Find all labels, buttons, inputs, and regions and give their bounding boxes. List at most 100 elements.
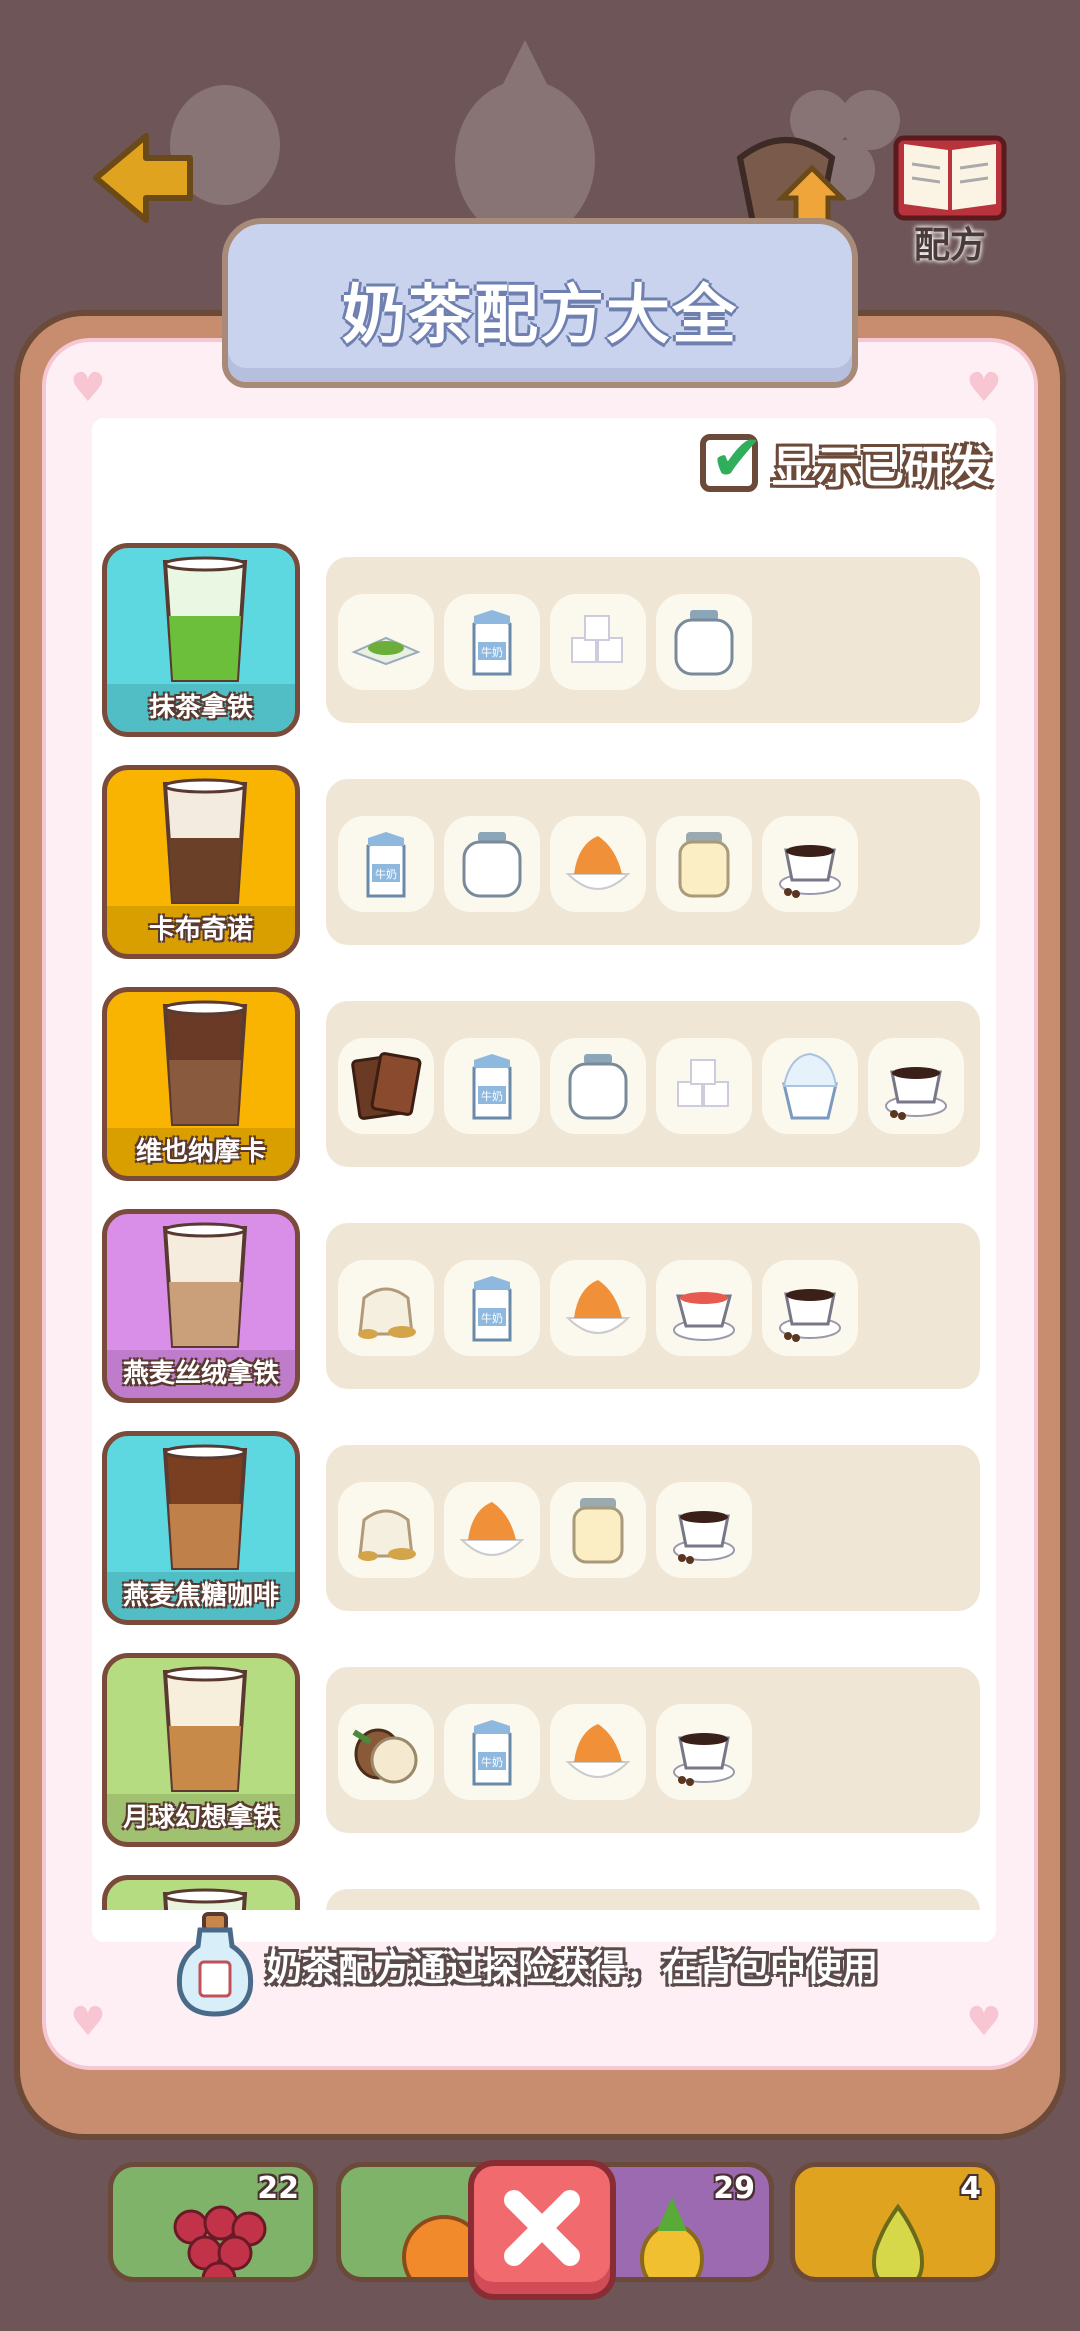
glass-jar-icon [674,610,734,676]
inventory-count: 22 [257,2171,299,2206]
svg-text:牛奶: 牛奶 [481,645,503,659]
ingredient-slot[interactable] [338,1038,434,1134]
ingredient-strip: 牛奶 [326,1223,980,1389]
ingredient-slot[interactable] [444,816,540,912]
ingredient-slot[interactable]: 牛奶 [444,1704,540,1800]
ingredient-strip: 牛奶 [326,779,980,945]
drink-card[interactable]: 卡布奇诺 [102,765,300,959]
back-arrow-icon [93,133,193,223]
milk-carton-icon: 牛奶 [472,1276,512,1342]
ingredient-slot[interactable]: 牛奶 [338,816,434,912]
recipe-row[interactable]: 维也纳摩卡 牛奶 [102,979,992,1181]
drink-name: 燕麦焦糖咖啡 [107,1572,295,1620]
ingredient-slot[interactable]: 牛奶 [444,1260,540,1356]
black-tea-cup-icon [673,1292,735,1341]
recipe-row[interactable]: 燕麦丝绒拿铁 牛奶 [102,1201,992,1403]
ingredient-slot[interactable] [868,1038,964,1134]
ingredient-slot[interactable] [444,1482,540,1578]
ingredient-slot[interactable] [762,1260,858,1356]
recipe-label: 配方 [913,225,986,266]
chocolate-bar-icon [351,1052,422,1120]
drink-card[interactable]: 维也纳摩卡 [102,987,300,1181]
svg-text:牛奶: 牛奶 [481,1311,503,1325]
recipe-list[interactable]: 抹茶拿铁 牛奶 卡布奇诺 牛奶 维也纳摩卡 牛奶 燕麦丝绒拿铁 牛奶 燕麦焦糖咖啡 月球幻想拿铁牛… [92,535,996,1910]
ingredient-strip [326,1445,980,1611]
glass-jar-icon [568,1054,628,1120]
milk-carton-icon: 牛奶 [472,1054,512,1120]
cream-bowl-icon [565,836,631,890]
show-developed-checkbox[interactable]: ✔ [700,422,764,496]
coffee-cup-icon [673,1733,735,1786]
drink-card[interactable]: 抹茶拿铁 [102,543,300,737]
ingredient-slot[interactable] [550,594,646,690]
pear-icon [872,2203,924,2277]
cream-bowl-icon [565,1280,631,1334]
drink-card[interactable]: 燕麦丝绒拿铁 [102,1209,300,1403]
ingredient-slot[interactable] [338,594,434,690]
drink-name: 抹茶拿铁 [107,684,295,732]
milk-carton-icon: 牛奶 [472,1720,512,1786]
drink-glass-icon [162,1222,248,1348]
drink-glass-icon [162,778,248,904]
close-button[interactable] [468,2160,616,2300]
ingredient-slot[interactable]: 牛奶 [444,1038,540,1134]
ingredient-slot[interactable] [550,1260,646,1356]
inventory-slot[interactable]: 4 [790,2162,1000,2282]
close-x-icon [504,2190,580,2266]
ingredient-slot[interactable] [338,1260,434,1356]
ingredient-strip [326,1889,980,1910]
ingredient-slot[interactable] [656,1704,752,1800]
ingredient-slot[interactable] [550,1038,646,1134]
back-button[interactable] [88,128,198,228]
oat-sack-icon [358,1287,416,1339]
recipe-row[interactable]: 抹茶拿铁 牛奶 [102,535,992,737]
ingredient-strip: 牛奶 [326,1001,980,1167]
show-developed-toggle[interactable]: ✔ 显示已研发 [700,422,992,498]
recipe-row[interactable]: 卡布奇诺 牛奶 [102,757,992,959]
drink-name: 月球幻想拿铁 [107,1794,295,1842]
ingredient-slot[interactable] [656,1260,752,1356]
heart-decoration-icon: ♥ [70,1999,106,2045]
ingredient-slot[interactable] [762,1038,858,1134]
drink-card[interactable]: 燕麦焦糖咖啡 [102,1431,300,1625]
drink-glass-icon [162,1888,248,1910]
ingredient-slot[interactable]: 牛奶 [444,594,540,690]
footer-note-text: 奶茶配方通过探险获得，在背包中使用 [266,1948,879,1989]
ingredient-slot[interactable] [550,1482,646,1578]
title-plate: 奶茶配方大全 [222,218,858,388]
recipe-book-button[interactable]: 配方 [890,130,1010,280]
milk-carton-icon: 牛奶 [472,610,512,676]
svg-text:牛奶: 牛奶 [481,1089,503,1103]
inventory-slot[interactable]: 22 [108,2162,318,2282]
ingredient-slot[interactable] [338,1704,434,1800]
milk-carton-icon: 牛奶 [366,832,406,898]
pineapple-icon [640,2197,704,2277]
coffee-cup-icon [885,1067,947,1120]
condensed-milk-jar-icon [678,832,730,898]
drink-name: 维也纳摩卡 [107,1128,295,1176]
ingredient-slot[interactable] [656,1482,752,1578]
footer-note: 奶茶配方通过探险获得，在背包中使用 [170,1910,878,2020]
show-developed-label: 显示已研发 [772,442,992,493]
drink-name: 燕麦丝绒拿铁 [107,1350,295,1398]
ingredient-slot[interactable] [656,816,752,912]
ingredient-slot[interactable] [656,1038,752,1134]
grapes-icon [173,2205,267,2277]
recipe-row[interactable]: 燕麦焦糖咖啡 [102,1423,992,1625]
ingredient-slot[interactable] [550,816,646,912]
svg-text:牛奶: 牛奶 [481,1755,503,1769]
drink-card[interactable]: 月球幻想拿铁 [102,1653,300,1847]
cream-bowl-icon [565,1724,631,1778]
ingredient-strip: 牛奶 [326,557,980,723]
recipe-book-icon [893,135,1007,221]
hazelnut-icon [352,1728,418,1784]
ingredient-slot[interactable] [762,816,858,912]
drink-card[interactable] [102,1875,300,1910]
recipe-row[interactable] [102,1867,992,1910]
condensed-milk-jar-icon [572,1498,624,1564]
recipe-row[interactable]: 月球幻想拿铁 牛奶 [102,1645,992,1847]
ingredient-slot[interactable] [656,594,752,690]
drink-glass-icon [162,1000,248,1126]
ingredient-slot[interactable] [550,1704,646,1800]
ingredient-slot[interactable] [338,1482,434,1578]
